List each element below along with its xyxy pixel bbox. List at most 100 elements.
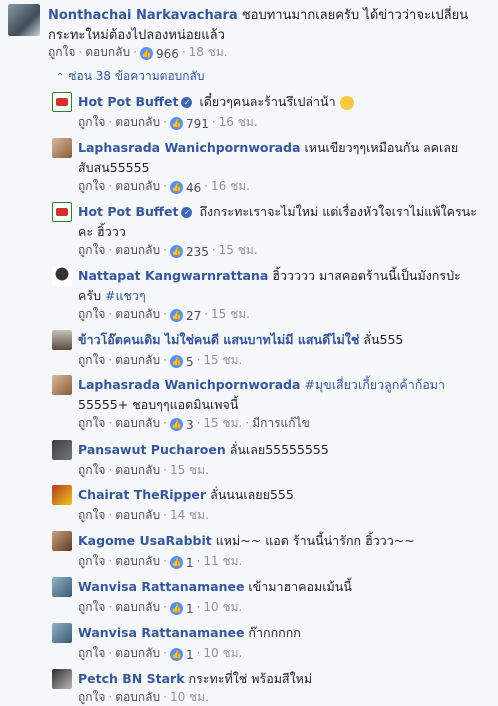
like-count[interactable]: 👍 791 bbox=[169, 116, 209, 132]
like-button[interactable]: ถูกใจ bbox=[78, 690, 105, 704]
avatar[interactable] bbox=[52, 92, 72, 112]
like-button[interactable]: ถูกใจ bbox=[78, 646, 105, 660]
like-button[interactable]: ถูกใจ bbox=[78, 307, 105, 321]
timestamp[interactable]: 16 ชม. bbox=[219, 115, 258, 129]
thumbs-up-icon: 👍 bbox=[169, 181, 183, 194]
verified-badge-icon: ✓ bbox=[181, 97, 193, 108]
edited-label[interactable]: มีการแก้ไข bbox=[252, 416, 310, 430]
comment-text: ลั่นเลย55555555 bbox=[229, 442, 329, 457]
comment-text: ลั่นนนเลยย555 bbox=[210, 487, 294, 502]
avatar[interactable] bbox=[52, 623, 72, 643]
timestamp[interactable]: 15 ชม. bbox=[203, 353, 242, 367]
thumbs-up-icon: 👍 bbox=[169, 309, 183, 322]
like-count[interactable]: 👍 1 bbox=[169, 601, 194, 617]
like-button[interactable]: ถูกใจ bbox=[78, 508, 105, 522]
comment-author[interactable]: Hot Pot Buffet bbox=[78, 94, 178, 109]
timestamp[interactable]: 15 ชม. bbox=[203, 416, 242, 430]
like-count[interactable]: 👍 3 bbox=[169, 417, 194, 433]
chevron-up-icon: ⌃ bbox=[56, 72, 65, 83]
comment-text: ก๊ากกกกก bbox=[248, 625, 301, 640]
reply-button[interactable]: ตอบกลับ bbox=[115, 353, 160, 367]
reply-button[interactable]: ตอบกลับ bbox=[115, 600, 160, 614]
thumbs-up-icon: 👍 bbox=[169, 117, 183, 130]
avatar[interactable] bbox=[52, 440, 72, 460]
timestamp[interactable]: 16 ชม. bbox=[211, 179, 250, 193]
reply-button[interactable]: ตอบกลับ bbox=[115, 179, 160, 193]
reply-button[interactable]: ตอบกลับ bbox=[115, 115, 160, 129]
timestamp[interactable]: 15 ชม. bbox=[170, 463, 209, 477]
reply-button[interactable]: ตอบกลับ bbox=[115, 646, 160, 660]
like-count[interactable]: 👍 1 bbox=[169, 555, 194, 571]
avatar[interactable] bbox=[52, 266, 72, 286]
like-count[interactable]: 👍 27 bbox=[169, 308, 201, 324]
avatar[interactable] bbox=[52, 330, 72, 350]
reply-button[interactable]: ตอบกลับ bbox=[115, 307, 160, 321]
like-button[interactable]: ถูกใจ bbox=[78, 463, 105, 477]
comment-author[interactable]: Laphasrada Wanichpornworada bbox=[78, 140, 300, 155]
avatar[interactable] bbox=[52, 485, 72, 505]
avatar[interactable] bbox=[52, 202, 72, 222]
thumbs-up-icon: 👍 bbox=[169, 418, 183, 431]
thumbs-up-icon: 👍 bbox=[139, 47, 153, 60]
timestamp[interactable]: 14 ชม. bbox=[170, 508, 209, 522]
like-button[interactable]: ถูกใจ bbox=[78, 554, 105, 568]
avatar[interactable] bbox=[52, 138, 72, 158]
like-button[interactable]: ถูกใจ bbox=[78, 353, 105, 367]
reply-button[interactable]: ตอบกลับ bbox=[115, 690, 160, 704]
hide-replies-link[interactable]: ⌃ ซ่อน 38 ข้อความตอบกลับ bbox=[56, 68, 205, 86]
like-button[interactable]: ถูกใจ bbox=[78, 179, 105, 193]
timestamp[interactable]: 11 ชม. bbox=[203, 554, 242, 568]
avatar[interactable] bbox=[52, 531, 72, 551]
comment-author[interactable]: Hot Pot Buffet bbox=[78, 204, 178, 219]
comment-text: ลั่น555 bbox=[363, 332, 404, 347]
comment-author[interactable]: Nattapat Kangwarnrattana bbox=[78, 268, 268, 283]
comment-meta: ถูกใจ · ตอบกลับ · 👍 966 · 18 ชม. bbox=[48, 45, 228, 62]
like-button[interactable]: ถูกใจ bbox=[78, 416, 105, 430]
like-count[interactable]: 👍 5 bbox=[169, 354, 194, 370]
thumbs-up-icon: 👍 bbox=[169, 355, 183, 368]
thumbs-up-icon: 👍 bbox=[169, 602, 183, 615]
comment-author[interactable]: Kagome UsaRabbit bbox=[78, 533, 212, 548]
comment-text: เข้ามาฮาคอมเม้นนี้ bbox=[248, 579, 352, 594]
like-button[interactable]: ถูกใจ bbox=[78, 600, 105, 614]
reply-button[interactable]: ตอบกลับ bbox=[115, 463, 160, 477]
comment-author[interactable]: Wanvisa Rattanamanee bbox=[78, 579, 244, 594]
hashtag-link[interactable]: #มุขเสี่ยวเกี้ยวลูกค้าก้อมา bbox=[304, 377, 445, 392]
reply-button[interactable]: ตอบกลับ bbox=[115, 554, 160, 568]
like-count[interactable]: 👍 966 bbox=[139, 46, 179, 62]
comment-author[interactable]: Nonthachai Narkavachara bbox=[48, 8, 238, 23]
laughing-emoji-icon bbox=[339, 95, 354, 110]
thumbs-up-icon: 👍 bbox=[169, 648, 183, 661]
like-button[interactable]: ถูกใจ bbox=[48, 45, 75, 59]
comment-author[interactable]: Chairat TheRipper bbox=[78, 487, 206, 502]
timestamp[interactable]: 15 ชม. bbox=[211, 307, 250, 321]
avatar[interactable] bbox=[52, 577, 72, 597]
hashtag-link[interactable]: #แชวๆ bbox=[105, 288, 146, 303]
like-button[interactable]: ถูกใจ bbox=[78, 243, 105, 257]
comment-author[interactable]: ข้าวโอ๊ตคนเดิม ไม่ใช่คนดี แสนบาทไม่มี แส… bbox=[78, 332, 359, 347]
comment-author[interactable]: Laphasrada Wanichpornworada bbox=[78, 377, 300, 392]
like-count[interactable]: 👍 235 bbox=[169, 244, 209, 260]
like-count[interactable]: 👍 46 bbox=[169, 180, 201, 196]
reply-button[interactable]: ตอบกลับ bbox=[115, 243, 160, 257]
avatar[interactable] bbox=[52, 375, 72, 395]
comment-author[interactable]: Pansawut Pucharoen bbox=[78, 442, 226, 457]
thumbs-up-icon: 👍 bbox=[169, 245, 183, 258]
like-count[interactable]: 👍 1 bbox=[169, 647, 194, 663]
comment-text: แหม่~~ แอด ร้านนี้น่ารักก ฮิ้ววว~~ bbox=[215, 533, 415, 548]
comment-text: กระทะที่ใช่ พร้อมสีใหม่ bbox=[188, 671, 313, 686]
timestamp[interactable]: 15 ชม. bbox=[219, 243, 258, 257]
avatar[interactable] bbox=[52, 669, 72, 689]
timestamp[interactable]: 18 ชม. bbox=[189, 45, 228, 59]
timestamp[interactable]: 10 ชม. bbox=[203, 646, 242, 660]
comment-text: 55555+ ชอบๆๆแอดมินเพจนี้ bbox=[78, 397, 239, 412]
reply-button[interactable]: ตอบกลับ bbox=[115, 416, 160, 430]
comment-author[interactable]: Petch BN Stark bbox=[78, 671, 185, 686]
like-button[interactable]: ถูกใจ bbox=[78, 115, 105, 129]
reply-button[interactable]: ตอบกลับ bbox=[115, 508, 160, 522]
timestamp[interactable]: 10 ชม. bbox=[203, 600, 242, 614]
avatar[interactable] bbox=[8, 4, 40, 36]
comment-author[interactable]: Wanvisa Rattanamanee bbox=[78, 625, 244, 640]
reply-button[interactable]: ตอบกลับ bbox=[85, 45, 130, 59]
timestamp[interactable]: 10 ชม. bbox=[170, 690, 209, 704]
